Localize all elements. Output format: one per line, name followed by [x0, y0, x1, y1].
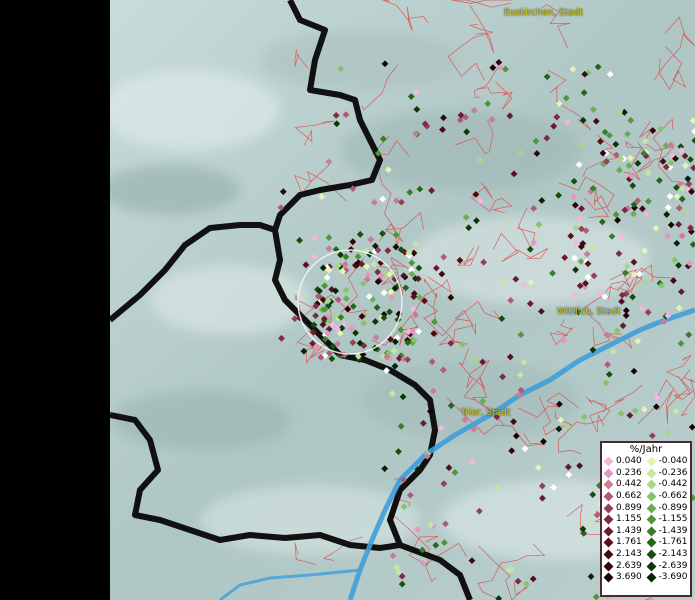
legend-swatch [646, 468, 656, 479]
legend-swatch [603, 561, 614, 572]
legend-entry: -0.662 [646, 491, 691, 503]
legend-swatch [603, 480, 614, 490]
legend-entry: -2.143 [646, 549, 691, 561]
legend-entry: -1.155 [646, 514, 691, 526]
legend-entry: 1.439 [603, 525, 648, 538]
legend-swatch [646, 538, 656, 548]
legend-entry: -0.442 [646, 479, 691, 491]
legend-swatch [603, 456, 614, 467]
legend-positive-column: 0.040 0.236 0.442 0.662 0.899 1.155 1.439 1.761… [603, 456, 648, 584]
legend-entry: -0.899 [646, 502, 691, 514]
legend-negative-column: -0.040 -0.236 -0.442 -0.662 -0.899 -1.155 -1.4… [646, 456, 691, 584]
legend-value: -0.899 [658, 502, 688, 513]
left-black-margin [0, 0, 110, 600]
city-label-trier: Trier, Stadt [461, 408, 511, 418]
legend-swatch [603, 572, 614, 583]
legend-swatch [603, 468, 614, 479]
legend-value: 0.236 [616, 467, 642, 478]
legend-swatch [603, 514, 614, 525]
legend-swatch [646, 514, 656, 525]
legend-entry: 0.442 [603, 479, 648, 491]
legend-value: 0.442 [616, 479, 642, 490]
legend-value: -0.662 [658, 491, 688, 502]
legend-title: %/Jahr [629, 444, 663, 455]
legend-value: -2.143 [658, 549, 688, 560]
legend-value: -1.439 [658, 525, 688, 536]
legend-swatch [646, 491, 656, 502]
legend-swatch [603, 503, 614, 514]
legend-value: -0.040 [658, 456, 688, 467]
legend-value: -1.761 [658, 537, 688, 548]
legend-swatch [603, 549, 614, 560]
legend-swatch [603, 526, 614, 537]
city-label-euskirchen: Euskirchen, Stadt [504, 8, 583, 18]
legend-entry: 0.662 [603, 491, 648, 503]
city-label-wittlich: Wittlich, Stadt [557, 307, 621, 317]
legend-entry: -0.040 [646, 456, 691, 468]
legend-value: -2.639 [658, 560, 688, 571]
legend-swatch [646, 572, 656, 583]
legend-entry: 0.899 [603, 502, 648, 514]
legend-value: 1.439 [616, 525, 642, 536]
legend-entry: 1.155 [603, 514, 648, 526]
legend-value: 1.761 [616, 537, 642, 548]
legend: %/Jahr 0.040 0.236 0.442 0.662 0.899 1.155 1.4… [600, 441, 692, 597]
legend-swatch [646, 526, 656, 537]
legend-entry: -2.639 [646, 560, 691, 572]
legend-entry: 1.761 [603, 537, 648, 549]
legend-entry: -3.690 [646, 572, 691, 584]
legend-entry: 2.639 [603, 560, 648, 572]
legend-swatch [603, 538, 614, 548]
legend-value: 3.690 [616, 572, 642, 583]
legend-value: -1.155 [658, 514, 688, 525]
legend-value: 0.662 [616, 491, 642, 502]
legend-value: -0.442 [658, 479, 688, 490]
legend-swatch [646, 456, 656, 467]
legend-value: 2.639 [616, 560, 642, 571]
legend-value: -3.690 [658, 572, 688, 583]
legend-entry: 0.236 [603, 467, 648, 480]
legend-entry: -1.439 [646, 525, 691, 538]
legend-entry: 2.143 [603, 549, 648, 561]
legend-value: -0.236 [658, 467, 688, 478]
legend-entry: -1.761 [646, 537, 691, 549]
legend-value: 2.143 [616, 549, 642, 560]
map-viewport[interactable]: Euskirchen, Stadt Wittlich, Stadt Trier,… [0, 0, 695, 600]
legend-swatch [646, 503, 656, 514]
legend-entry: 3.690 [603, 572, 648, 584]
legend-swatch [646, 549, 656, 560]
legend-value: 0.899 [616, 502, 642, 513]
legend-entry: -0.236 [646, 467, 691, 480]
legend-swatch [646, 561, 656, 572]
legend-value: 1.155 [616, 514, 642, 525]
legend-value: 0.040 [616, 456, 642, 467]
legend-swatch [603, 491, 614, 502]
legend-swatch [646, 480, 656, 490]
legend-entry: 0.040 [603, 456, 648, 468]
